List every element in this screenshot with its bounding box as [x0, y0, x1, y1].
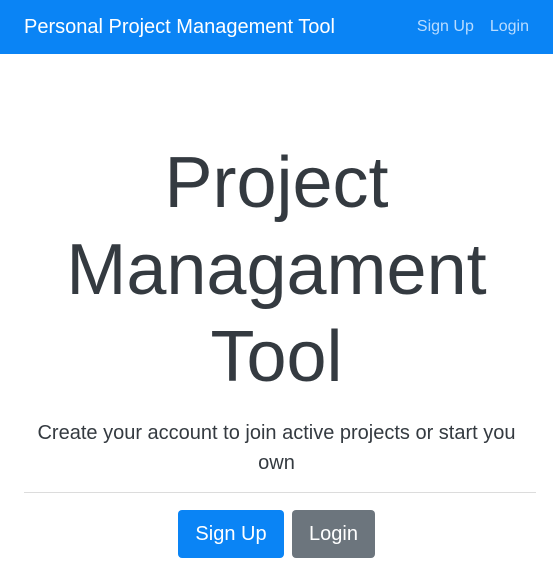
hero-section: Project Managament Tool Create your acco…	[0, 54, 553, 568]
action-buttons: Sign Up Login	[0, 510, 553, 558]
sign-up-button[interactable]: Sign Up	[178, 510, 284, 558]
title-line-2: Managament	[66, 230, 487, 310]
lead-text: Create your account to join active proje…	[37, 422, 516, 474]
nav-sign-up-link[interactable]: Sign Up	[417, 18, 474, 36]
title-line-1: Project	[164, 143, 389, 223]
divider	[24, 492, 536, 493]
top-navbar: Personal Project Management Tool Sign Up…	[0, 0, 553, 54]
page-title: Project Managament Tool	[0, 140, 553, 401]
title-line-3: Tool	[210, 317, 343, 397]
brand-name[interactable]: Personal Project Management Tool	[24, 16, 417, 39]
login-button[interactable]: Login	[292, 510, 375, 558]
nav-login-link[interactable]: Login	[490, 18, 529, 36]
nav-links: Sign Up Login	[417, 18, 529, 36]
